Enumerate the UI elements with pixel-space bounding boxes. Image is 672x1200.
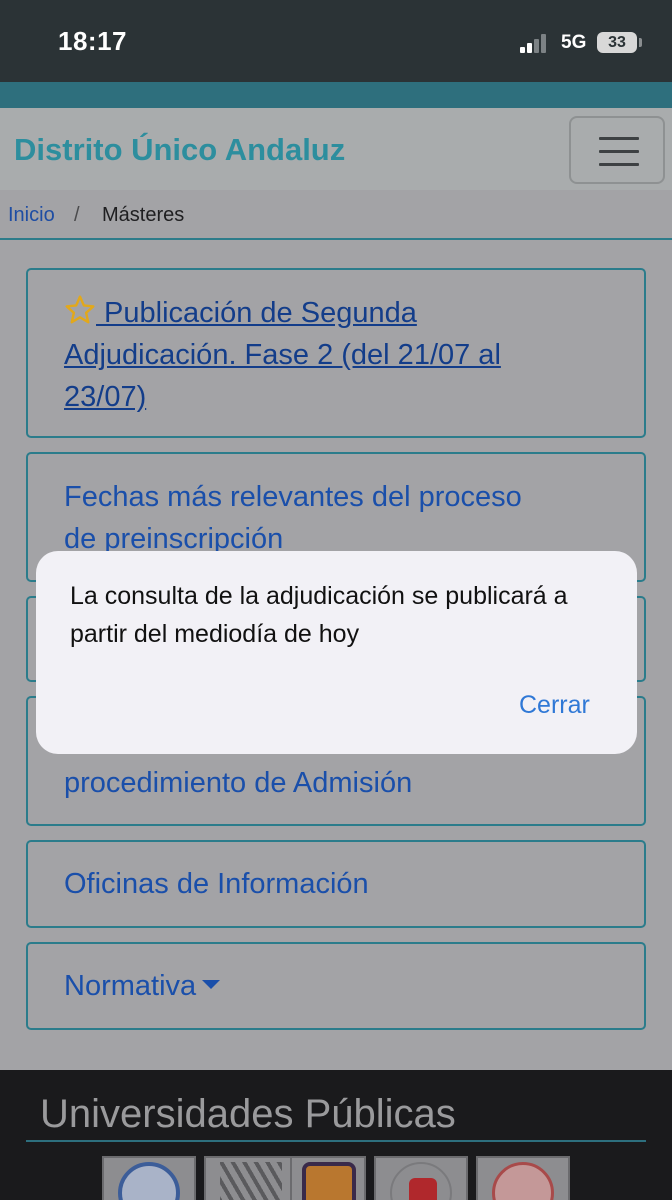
seal-icon [220, 1162, 282, 1200]
footer-title: Universidades Públicas [40, 1092, 456, 1136]
caret-down-icon [202, 980, 221, 989]
breadcrumb-home-link[interactable]: Inicio [8, 204, 55, 227]
alert-message: La consulta de la adjudicación se public… [70, 582, 568, 648]
card-link[interactable]: Publicación de Segunda Adjudicación. Fas… [64, 292, 501, 418]
star-icon [65, 295, 95, 324]
card-title-line: Fechas más relevantes del proceso [64, 481, 522, 513]
seal-icon [302, 1162, 356, 1200]
university-logo[interactable] [476, 1156, 570, 1200]
alert-dialog: La consulta de la adjudicación se public… [36, 551, 637, 754]
hamburger-menu-icon [599, 163, 639, 166]
university-logo[interactable] [374, 1156, 468, 1200]
breadcrumb-current: Másteres [102, 204, 185, 226]
hamburger-menu-icon [599, 150, 639, 153]
card-normativa[interactable]: Normativa [26, 942, 646, 1030]
menu-toggle-button[interactable] [569, 116, 665, 184]
card-link[interactable]: Oficinas de Información [64, 863, 369, 905]
card-title-line: procedimiento de Admisión [64, 767, 413, 799]
battery-tip [639, 38, 642, 47]
card-title-line: Adjudicación. Fase 2 (del 21/07 al [64, 339, 501, 371]
footer-divider [26, 1140, 646, 1142]
close-button[interactable]: Cerrar [519, 691, 590, 720]
breadcrumb-separator: / [74, 204, 80, 226]
seal-icon [492, 1162, 554, 1200]
card-title-line: Normativa [64, 970, 197, 1002]
breadcrumb: Inicio / Másteres [0, 190, 672, 240]
card-title-line: 23/07) [64, 381, 147, 413]
network-type: 5G [561, 32, 587, 53]
card-title-line: Publicación de Segunda [96, 297, 417, 329]
signal-icon [520, 33, 552, 53]
card-link[interactable]: Fechas más relevantes del proceso de pre… [64, 476, 522, 560]
card-link[interactable]: procedimiento de Admisión [64, 762, 412, 804]
brand-link[interactable]: Distrito Único Andaluz [14, 132, 345, 168]
normativa-dropdown[interactable]: Normativa [64, 965, 221, 1007]
seal-icon [118, 1162, 180, 1200]
card-oficinas-informacion[interactable]: Oficinas de Información [26, 840, 646, 928]
eagle-icon [409, 1178, 437, 1200]
university-logo[interactable] [290, 1156, 366, 1200]
university-logo[interactable] [102, 1156, 196, 1200]
battery-icon: 33 [597, 32, 637, 53]
hamburger-menu-icon [599, 137, 639, 140]
top-accent-strip [0, 82, 672, 108]
status-bar: 18:17 5G 33 [0, 0, 672, 82]
university-logo[interactable] [204, 1156, 298, 1200]
card-segunda-adjudicacion[interactable]: Publicación de Segunda Adjudicación. Fas… [26, 268, 646, 438]
status-time: 18:17 [58, 26, 127, 56]
